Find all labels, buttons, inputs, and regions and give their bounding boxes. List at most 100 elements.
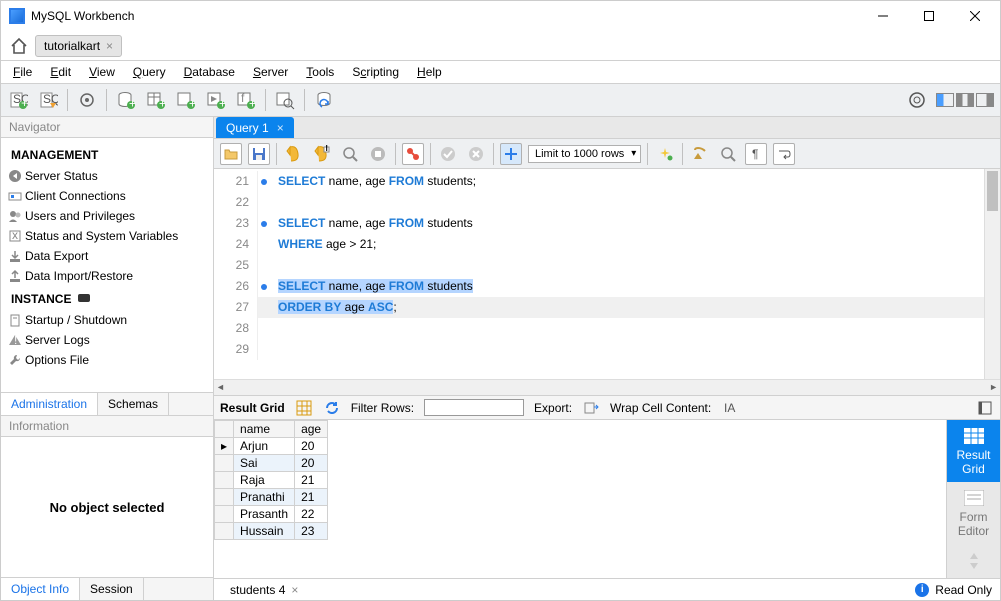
execute-current-icon[interactable]: I (311, 143, 333, 165)
toggle-invisible-icon[interactable]: ¶ (745, 143, 767, 165)
search-icon[interactable] (717, 143, 739, 165)
svg-text:+: + (159, 97, 166, 111)
export-icon[interactable] (582, 399, 600, 417)
vertical-scrollbar[interactable] (984, 169, 1000, 379)
menu-server[interactable]: Server (245, 63, 296, 81)
editor-area: Query 1 × I Limit to 1000 rows (214, 117, 1000, 600)
find-icon[interactable] (689, 143, 711, 165)
refresh-icon[interactable] (323, 399, 341, 417)
app-icon (9, 8, 25, 24)
new-sql-tab-icon[interactable]: SQL+ (7, 89, 29, 111)
settings-icon[interactable] (906, 89, 928, 111)
svg-text:+: + (219, 97, 226, 111)
nav-startup-shutdown[interactable]: Startup / Shutdown (1, 310, 213, 330)
table-add-icon[interactable]: + (145, 89, 167, 111)
wrap-icon[interactable]: IA (721, 399, 739, 417)
table-row: Sai20 (215, 455, 328, 472)
horizontal-scrollbar[interactable] (214, 379, 1000, 395)
connection-tabs: tutorialkart × (1, 31, 1000, 61)
result-grid-button[interactable]: Result Grid (947, 420, 1001, 482)
nav-data-import[interactable]: Data Import/Restore (1, 266, 213, 286)
rollback-icon[interactable] (465, 143, 487, 165)
export-label: Export: (534, 401, 572, 415)
nav-users-privileges[interactable]: Users and Privileges (1, 206, 213, 226)
close-icon[interactable]: × (291, 583, 298, 597)
explain-icon[interactable] (339, 143, 361, 165)
menu-edit[interactable]: Edit (42, 63, 79, 81)
nav-data-export[interactable]: Data Export (1, 246, 213, 266)
toggle-left-panel-icon[interactable] (936, 93, 954, 107)
filter-rows-label: Filter Rows: (351, 401, 414, 415)
minimize-button[interactable] (860, 1, 906, 31)
svg-text:+: + (129, 97, 136, 111)
nav-options-file[interactable]: Options File (1, 350, 213, 370)
query-tabs: Query 1 × (214, 117, 1000, 139)
menu-query[interactable]: Query (125, 63, 174, 81)
menu-file[interactable]: File (5, 63, 40, 81)
table-row: Pranathi21 (215, 489, 328, 506)
form-editor-button[interactable]: Form Editor (947, 482, 1001, 544)
db-add-icon[interactable]: + (115, 89, 137, 111)
sql-editor[interactable]: 21SELECT name, age FROM students; 22 23S… (214, 169, 1000, 379)
svg-text:x: x (12, 229, 18, 242)
execute-icon[interactable] (283, 143, 305, 165)
result-grid-label: Result Grid (220, 401, 285, 415)
open-sql-icon[interactable]: SQL (37, 89, 59, 111)
inspector-icon[interactable] (76, 89, 98, 111)
scroll-results-icon[interactable] (947, 544, 1001, 578)
search-table-icon[interactable] (274, 89, 296, 111)
grid-icon[interactable] (295, 399, 313, 417)
menu-scripting[interactable]: Scripting (344, 63, 407, 81)
information-header: Information (1, 416, 213, 437)
results-panel: Result Grid Filter Rows: Export: Wrap Ce… (214, 395, 1000, 600)
tab-session[interactable]: Session (80, 578, 144, 600)
toggle-wrap-icon[interactable] (773, 143, 795, 165)
beautify-icon[interactable] (654, 143, 676, 165)
nav-server-logs[interactable]: !Server Logs (1, 330, 213, 350)
info-icon: i (915, 583, 929, 597)
save-icon[interactable] (248, 143, 270, 165)
menu-tools[interactable]: Tools (298, 63, 342, 81)
results-footer: students 4 × i Read Only (214, 578, 1000, 600)
nav-client-connections[interactable]: Client Connections (1, 186, 213, 206)
toggle-right-panel-icon[interactable] (976, 93, 994, 107)
home-icon[interactable] (7, 34, 31, 58)
maximize-button[interactable] (906, 1, 952, 31)
close-icon[interactable]: × (277, 121, 284, 135)
menu-database[interactable]: Database (176, 63, 243, 81)
status-icon (7, 168, 23, 184)
stop-icon[interactable] (367, 143, 389, 165)
commit-icon[interactable] (437, 143, 459, 165)
vars-icon: x (7, 228, 23, 244)
toggle-autocommit-icon[interactable] (402, 143, 424, 165)
menu-view[interactable]: View (81, 63, 123, 81)
view-add-icon[interactable]: + (175, 89, 197, 111)
limit-rows-select[interactable]: Limit to 1000 rows (528, 145, 641, 163)
result-grid[interactable]: nameage ▸Arjun20 Sai20 Raja21 Pranathi21… (214, 420, 946, 578)
query-tab[interactable]: Query 1 × (216, 117, 294, 138)
nav-server-status[interactable]: Server Status (1, 166, 213, 186)
func-add-icon[interactable]: f+ (235, 89, 257, 111)
tab-schemas[interactable]: Schemas (98, 393, 169, 415)
close-button[interactable] (952, 1, 998, 31)
toggle-limit-icon[interactable] (500, 143, 522, 165)
col-age[interactable]: age (295, 421, 328, 438)
results-toolbar: Result Grid Filter Rows: Export: Wrap Ce… (214, 396, 1000, 420)
toggle-bottom-panel-icon[interactable] (956, 93, 974, 107)
tab-administration[interactable]: Administration (1, 393, 98, 415)
col-name[interactable]: name (234, 421, 295, 438)
close-icon[interactable]: × (106, 39, 113, 53)
nav-status-vars[interactable]: xStatus and System Variables (1, 226, 213, 246)
maximize-result-icon[interactable] (976, 399, 994, 417)
result-tab[interactable]: students 4 × (222, 581, 306, 599)
open-file-icon[interactable] (220, 143, 242, 165)
filter-rows-input[interactable] (424, 399, 524, 416)
svg-text:!: ! (14, 333, 17, 347)
management-header: MANAGEMENT (1, 142, 213, 166)
server-icon (7, 312, 23, 328)
menu-help[interactable]: Help (409, 63, 450, 81)
tab-object-info[interactable]: Object Info (1, 578, 80, 600)
reconnect-icon[interactable] (313, 89, 335, 111)
connection-tab[interactable]: tutorialkart × (35, 35, 122, 57)
proc-add-icon[interactable]: + (205, 89, 227, 111)
